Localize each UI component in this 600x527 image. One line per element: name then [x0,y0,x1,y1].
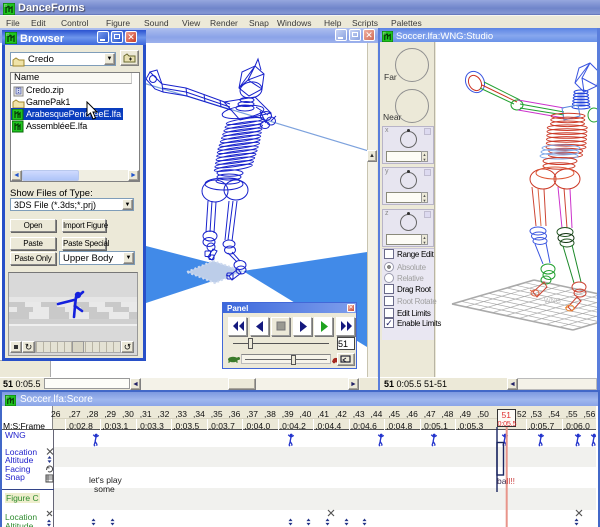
svg-text:WNG: WNG [544,298,561,305]
